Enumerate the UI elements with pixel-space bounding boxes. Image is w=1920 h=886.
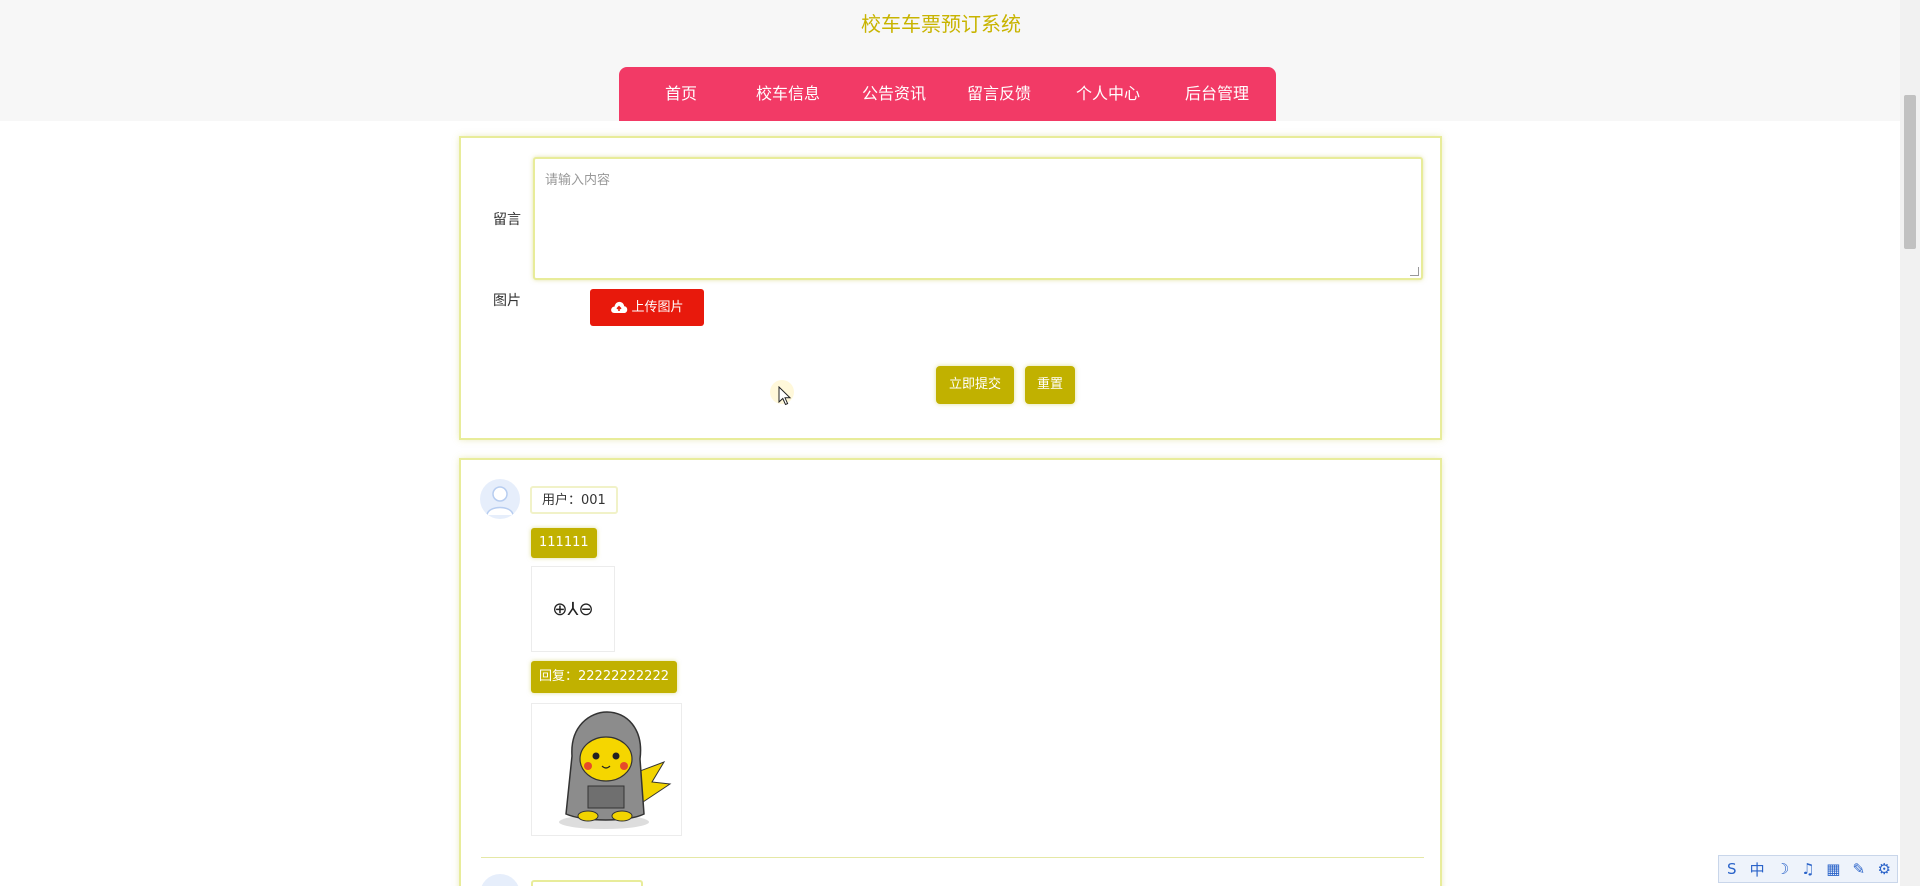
message-textarea[interactable]: 请输入内容 [533, 157, 1423, 280]
site-title: 校车车票预订系统 [861, 12, 1021, 36]
skin-icon[interactable]: ✎ [1849, 860, 1869, 878]
image-label: 图片 [493, 293, 521, 309]
chinese-mode-icon[interactable]: 中 [1747, 859, 1767, 880]
tool-icon[interactable]: ⚙ [1874, 860, 1894, 878]
cloud-upload-icon [611, 301, 628, 313]
mouse-cursor-icon [778, 386, 792, 406]
comment-content: 111111 [531, 528, 597, 558]
comment-username: 用户：001 [530, 486, 618, 514]
message-placeholder: 请输入内容 [545, 173, 611, 188]
page-scrollbar[interactable] [1900, 0, 1920, 886]
ime-toolbar: S 中 ☽ ♫ ▦ ✎ ⚙ [1718, 855, 1898, 883]
nav-item-admin[interactable]: 后台管理 [1165, 67, 1269, 121]
comment-image[interactable]: ⊕⅄⊖ [531, 566, 615, 652]
moon-icon[interactable]: ☽ [1773, 860, 1793, 878]
reset-button[interactable]: 重置 [1025, 366, 1075, 404]
main-nav: 首页 校车信息 公告资讯 留言反馈 个人中心 后台管理 [619, 67, 1276, 121]
site-header: 校车车票预订系统 首页 校车信息 公告资讯 留言反馈 个人中心 后台管理 [0, 0, 1920, 121]
submit-button[interactable]: 立即提交 [936, 366, 1014, 404]
reply-content: 回复：22222222222 [531, 661, 677, 693]
nav-item-home[interactable]: 首页 [629, 67, 733, 121]
reply-image[interactable] [531, 703, 682, 836]
nav-item-announcements[interactable]: 公告资讯 [842, 67, 946, 121]
upload-button-label: 上传图片 [631, 300, 684, 315]
avatar [480, 479, 520, 519]
note-icon[interactable]: ♫ [1798, 860, 1818, 878]
comment-divider [481, 857, 1424, 858]
resize-handle[interactable] [1410, 267, 1419, 276]
comment-username [531, 880, 643, 886]
nav-item-personal-center[interactable]: 个人中心 [1056, 67, 1160, 121]
upload-image-button[interactable]: 上传图片 [590, 289, 704, 326]
default-user-icon [486, 486, 514, 516]
nav-item-feedback[interactable]: 留言反馈 [947, 67, 1051, 121]
sogou-icon[interactable]: S [1722, 860, 1742, 878]
keyboard-icon[interactable]: ▦ [1823, 860, 1843, 878]
message-label: 留言 [493, 212, 521, 228]
pikachu-image [559, 711, 672, 829]
scrollbar-thumb[interactable] [1904, 95, 1916, 249]
nav-item-bus-info[interactable]: 校车信息 [736, 67, 840, 121]
